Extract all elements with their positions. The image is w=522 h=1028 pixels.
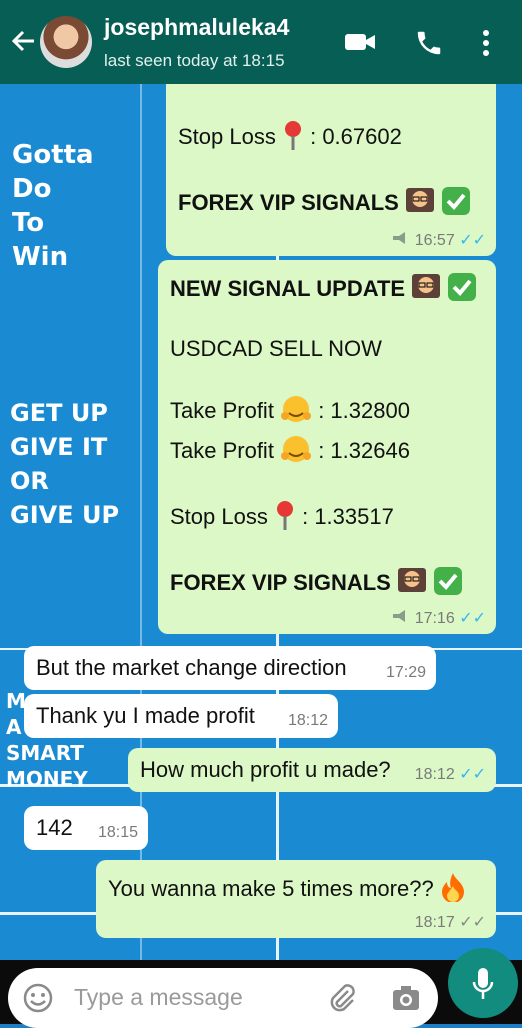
- avatar[interactable]: [40, 16, 92, 68]
- check-mark-icon: [447, 272, 477, 308]
- forwarded-icon: [392, 231, 410, 250]
- message-text: How much profit u made?: [140, 757, 391, 782]
- mic-icon: [471, 967, 495, 1006]
- message-incoming[interactable]: Thank yu I made profit 18:12: [24, 694, 338, 738]
- read-ticks-icon: ✓✓: [459, 609, 486, 627]
- message-meta: 18:12 ✓✓: [414, 766, 486, 783]
- forwarded-icon: [392, 609, 410, 628]
- more-vert-icon[interactable]: [476, 28, 496, 56]
- message-meta: 18:17 ✓✓: [414, 914, 486, 931]
- pin-icon: [274, 500, 296, 536]
- fire-icon: [440, 872, 466, 908]
- message-text: Thank yu I made profit: [36, 703, 255, 728]
- message-time: 17:29: [385, 664, 426, 681]
- message-time: 18:12: [287, 712, 328, 729]
- message-title: NEW SIGNAL UPDATE: [170, 272, 477, 308]
- composer-bar: Type a message: [0, 960, 522, 1028]
- hugging-face-icon: [280, 394, 312, 430]
- hugging-face-icon: [280, 434, 312, 470]
- message-text: You wanna make 5 times more??: [108, 872, 466, 908]
- chat-header: josephmaluleka4 last seen today at 18:15: [0, 0, 522, 84]
- message-meta: 16:57 ✓✓: [392, 230, 486, 250]
- phone-icon[interactable]: [414, 28, 446, 56]
- message-outgoing[interactable]: You wanna make 5 times more?? 18:17 ✓✓: [96, 860, 496, 938]
- message-text: FOREX VIP SIGNALS: [170, 566, 463, 602]
- wallpaper-motto: Gotta Do To Win: [12, 140, 94, 272]
- video-call-icon[interactable]: [344, 28, 376, 56]
- mic-button[interactable]: [448, 948, 518, 1018]
- message-text: Take Profit : 1.32800: [170, 394, 410, 430]
- message-text: Stop Loss : 0.67602: [178, 120, 402, 156]
- message-incoming[interactable]: But the market change direction 17:29: [24, 646, 436, 690]
- check-mark-icon: [433, 566, 463, 602]
- teacher-emoji-icon: [405, 187, 435, 221]
- emoji-icon[interactable]: [22, 982, 54, 1019]
- message-outgoing[interactable]: How much profit u made? 18:12 ✓✓: [128, 748, 496, 792]
- read-ticks-icon: ✓✓: [459, 231, 486, 249]
- message-outgoing[interactable]: NEW SIGNAL UPDATE USDCAD SELL NOW Take P…: [158, 260, 496, 634]
- message-text: USDCAD SELL NOW: [170, 336, 382, 361]
- message-text: But the market change direction: [36, 655, 347, 680]
- message-text: Take Profit : 1.32646: [170, 434, 410, 470]
- message-input[interactable]: Type a message: [8, 968, 438, 1028]
- attach-icon[interactable]: [326, 982, 358, 1019]
- message-meta: 17:16 ✓✓: [392, 608, 486, 628]
- read-ticks-icon: ✓✓: [459, 766, 486, 783]
- message-placeholder: Type a message: [74, 984, 243, 1010]
- message-time: 18:15: [97, 824, 138, 841]
- last-seen-status: last seen today at 18:15: [104, 51, 285, 70]
- chat-background[interactable]: Gotta Do To Win GET UP GIVE IT OR GIVE UP MA…: [0, 84, 522, 960]
- message-incoming[interactable]: 142 18:15: [24, 806, 148, 850]
- teacher-emoji-icon: [397, 567, 427, 601]
- message-outgoing[interactable]: Stop Loss : 0.67602 FOREX VIP SIGNALS 16…: [166, 84, 496, 256]
- check-mark-icon: [441, 186, 471, 222]
- delivered-ticks-icon: ✓✓: [459, 914, 486, 931]
- teacher-emoji-icon: [411, 273, 441, 307]
- camera-icon[interactable]: [390, 982, 422, 1019]
- back-arrow-icon[interactable]: [8, 26, 38, 56]
- wallpaper-motto: GET UP GIVE IT OR GIVE UP: [10, 399, 120, 529]
- pin-icon: [282, 120, 304, 156]
- contact-name[interactable]: josephmaluleka4: [104, 14, 289, 41]
- message-text: Stop Loss : 1.33517: [170, 500, 394, 536]
- message-text: 142: [36, 815, 73, 840]
- message-text: FOREX VIP SIGNALS: [178, 186, 471, 222]
